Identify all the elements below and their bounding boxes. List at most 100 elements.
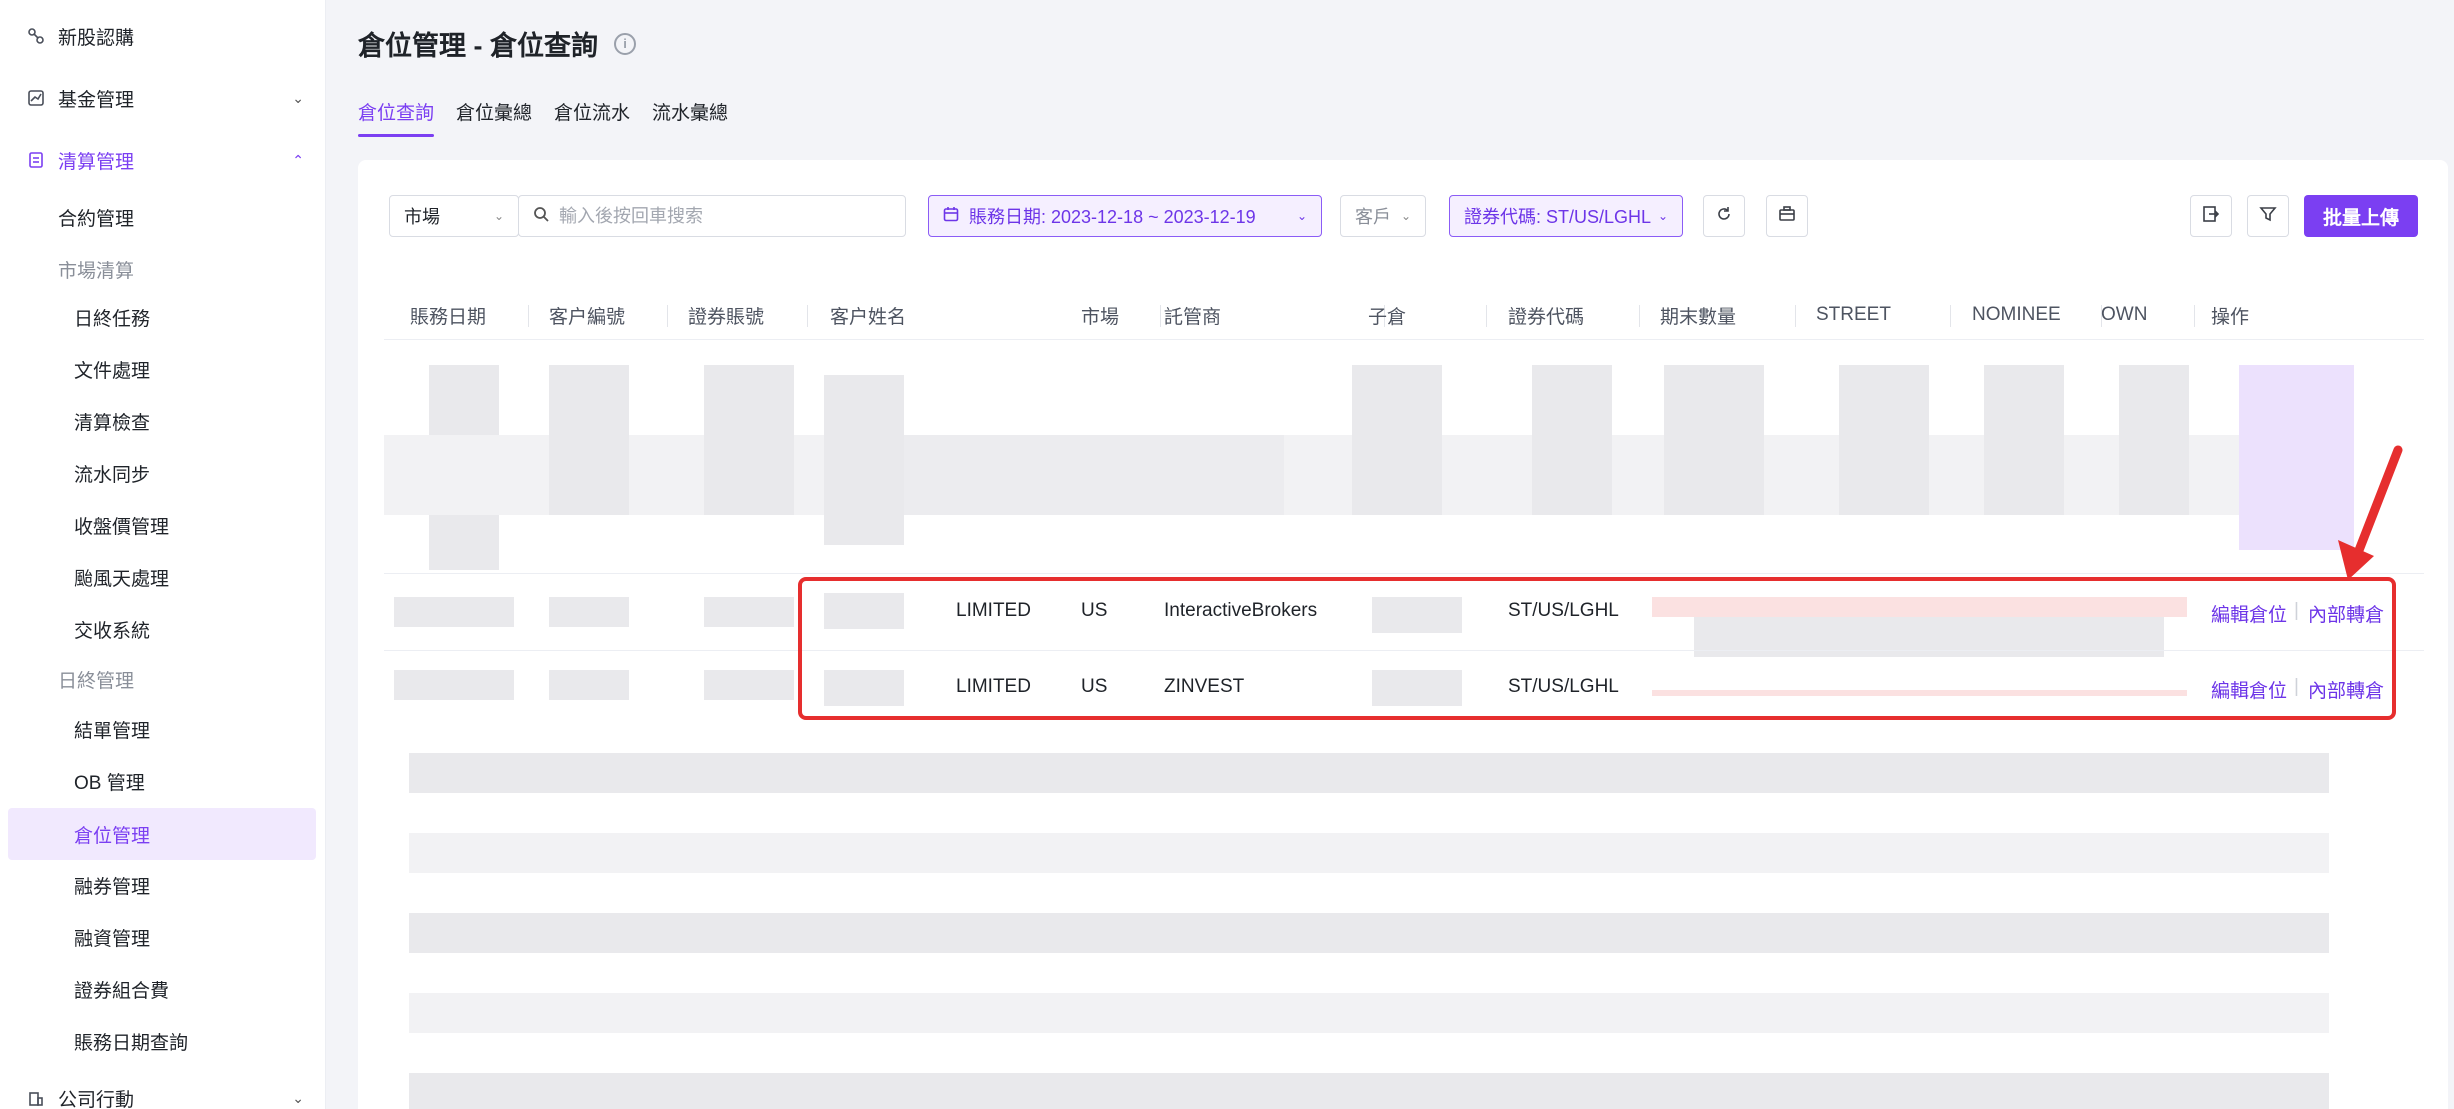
chevron-up-icon: ⌃ [292, 151, 304, 168]
highlight-box [798, 577, 2396, 720]
sidebar-item-margin[interactable]: 融資管理 [0, 914, 326, 960]
sidebar-group-label: 市場清算 [58, 260, 135, 282]
column-header[interactable]: 託管商 [1164, 290, 1221, 340]
tab-position-query[interactable]: 倉位查詢 [358, 98, 435, 137]
building-icon [26, 1088, 46, 1108]
sidebar-item-sync[interactable]: 流水同步 [0, 450, 326, 496]
column-divider [1795, 305, 1796, 327]
bulk-upload-button[interactable]: 批量上傳 [2304, 195, 2418, 237]
sidebar-item-check[interactable]: 清算檢查 [0, 398, 326, 444]
sidebar-item-label: 文件處理 [74, 360, 151, 382]
sidebar-item-label: 融券管理 [74, 876, 151, 898]
sidebar-item-fund[interactable]: 基金管理 ⌄ [0, 72, 326, 124]
sidebar-item-account-date[interactable]: 賬務日期查詢 [0, 1018, 326, 1064]
sidebar-item-label: 結單管理 [74, 720, 151, 742]
sidebar-item-settlement[interactable]: 交收系統 [0, 606, 326, 652]
annotation-arrow-icon [2338, 445, 2403, 580]
column-header[interactable]: 證券代碼 [1508, 290, 1584, 340]
sidebar-item-label: 合約管理 [58, 208, 135, 230]
sidebar: 新股認購 基金管理 ⌄ 清算管理 ⌃ 合約管理 市場清算 日終任務 文件處理 清… [0, 0, 326, 1109]
column-divider [1160, 305, 1161, 327]
chevron-down-icon: ⌄ [1400, 209, 1411, 223]
column-header[interactable]: 客户姓名 [830, 290, 906, 340]
sidebar-item-label: 融資管理 [74, 928, 151, 950]
sidebar-item-position[interactable]: 倉位管理 [8, 808, 316, 860]
column-header[interactable]: NOMINEE [1972, 290, 2061, 340]
tab-bar: 倉位查詢 倉位彙總 倉位流水 流水彙總 [358, 98, 728, 137]
sidebar-item-label: 公司行動 [58, 1089, 135, 1109]
sidebar-item-label: OB 管理 [74, 772, 145, 794]
sidebar-item-typhoon[interactable]: 颱風天處理 [0, 554, 326, 600]
sidebar-item-contract[interactable]: 合約管理 [0, 194, 326, 240]
column-header[interactable]: 期末數量 [1660, 290, 1736, 340]
tab-flow-summary[interactable]: 流水彙總 [652, 98, 728, 137]
column-header[interactable]: 賬務日期 [410, 290, 486, 340]
column-divider [528, 305, 529, 327]
market-select[interactable]: 市場 ⌄ [389, 195, 519, 237]
sidebar-item-label: 颱風天處理 [74, 568, 170, 590]
sidebar-item-ob[interactable]: OB 管理 [0, 758, 326, 804]
export-button[interactable] [1766, 195, 1808, 237]
column-divider [807, 305, 808, 327]
market-select-value: 市場 [404, 207, 440, 227]
search-input[interactable] [559, 205, 891, 227]
ipo-icon [26, 26, 46, 46]
filter-button[interactable] [2247, 195, 2289, 237]
page-title-text: 倉位管理 - 倉位查詢 [358, 31, 598, 61]
column-divider [667, 305, 668, 327]
search-field[interactable] [518, 195, 906, 237]
sidebar-group-market: 市場清算 [0, 246, 326, 292]
sidebar-item-label: 新股認購 [58, 27, 135, 49]
document-icon [26, 150, 46, 170]
column-header[interactable]: STREET [1816, 290, 1891, 340]
obscured-table-rows [384, 345, 2424, 1109]
info-icon[interactable]: i [614, 32, 636, 55]
client-select[interactable]: 客戶 ⌄ [1340, 195, 1426, 237]
sidebar-item-label: 清算管理 [58, 151, 135, 173]
sidebar-item-label: 流水同步 [74, 464, 151, 486]
column-header[interactable]: 子倉 [1368, 290, 1406, 340]
date-range-picker[interactable]: 賬務日期: 2023-12-18 ~ 2023-12-19 ⌄ [928, 195, 1322, 237]
tab-position-flow[interactable]: 倉位流水 [554, 98, 630, 137]
column-header[interactable]: 客户編號 [549, 290, 625, 340]
sidebar-item-clearing[interactable]: 清算管理 ⌃ [0, 134, 326, 186]
table-header: 賬務日期 客户編號 證券賬號 客户姓名 市場 託管商 子倉 證券代碼 期末數量 … [384, 290, 2424, 340]
sidebar-group-eod: 日終管理 [0, 656, 326, 702]
page-title: 倉位管理 - 倉位查詢 i [358, 24, 636, 63]
chevron-down-icon: ⌄ [292, 1089, 304, 1106]
sidebar-item-label: 日終任務 [74, 308, 151, 330]
column-header[interactable]: OWN [2101, 290, 2147, 340]
column-header[interactable]: 證券賬號 [688, 290, 764, 340]
refresh-button[interactable] [1703, 195, 1745, 237]
refresh-icon [1715, 205, 1733, 228]
sidebar-item-file[interactable]: 文件處理 [0, 346, 326, 392]
security-code-filter[interactable]: 證券代碼: ST/US/LGHL ⌄ [1449, 195, 1683, 237]
row-divider [384, 573, 2424, 574]
chevron-down-icon: ⌄ [1657, 209, 1668, 223]
column-divider [1639, 305, 1640, 327]
chart-icon [26, 88, 46, 108]
column-header[interactable]: 市場 [1081, 290, 1119, 340]
sidebar-item-label: 證券組合費 [74, 980, 170, 1002]
sidebar-item-label: 賬務日期查詢 [74, 1032, 189, 1054]
sidebar-item-ipo[interactable]: 新股認購 [0, 10, 326, 62]
sidebar-item-closing-price[interactable]: 收盤價管理 [0, 502, 326, 548]
sidebar-item-portfolio-fee[interactable]: 證券組合費 [0, 966, 326, 1012]
chevron-down-icon: ⌄ [292, 89, 304, 106]
sidebar-item-label: 收盤價管理 [74, 516, 170, 538]
security-code-value: 證券代碼: ST/US/LGHL [1464, 207, 1652, 227]
sidebar-item-label: 清算檢查 [74, 412, 151, 434]
tab-position-summary[interactable]: 倉位彙總 [456, 98, 532, 137]
chevron-down-icon: ⌄ [493, 209, 504, 223]
sidebar-item-statement[interactable]: 結單管理 [0, 706, 326, 752]
column-header[interactable]: 操作 [2211, 290, 2249, 340]
sidebar-item-eod-task[interactable]: 日終任務 [0, 294, 326, 340]
sidebar-item-label: 基金管理 [58, 89, 135, 111]
sidebar-group-label: 日終管理 [58, 670, 135, 692]
calendar-icon [943, 206, 959, 227]
sidebar-item-securities-lending[interactable]: 融券管理 [0, 862, 326, 908]
column-divider [2194, 305, 2195, 327]
sidebar-item-label: 倉位管理 [74, 825, 151, 847]
sidebar-item-corporate-action[interactable]: 公司行動 ⌄ [0, 1072, 326, 1109]
column-settings-button[interactable] [2190, 195, 2232, 237]
